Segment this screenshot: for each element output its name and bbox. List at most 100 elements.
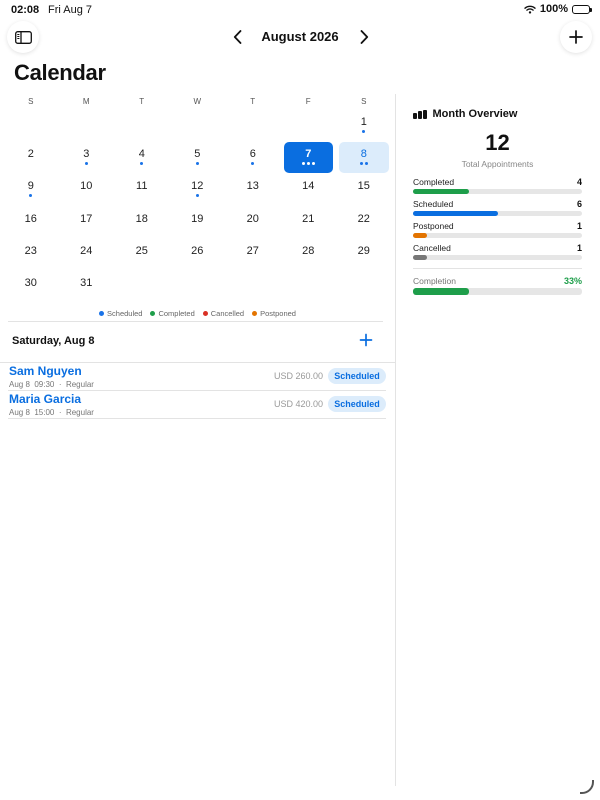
- day-cell[interactable]: 1: [336, 109, 392, 141]
- weekday-label: M: [82, 97, 90, 106]
- day-number: 16: [24, 212, 37, 225]
- completion-bar-fill: [413, 288, 469, 295]
- loading-indicator-icon: [580, 780, 594, 794]
- day-number: 18: [135, 212, 148, 225]
- empty-day-cell: [281, 109, 337, 141]
- battery-percent: 100%: [539, 3, 568, 15]
- day-cell[interactable]: 3: [59, 141, 115, 173]
- day-cell[interactable]: 10: [59, 174, 115, 206]
- appointment-dots: [301, 161, 315, 167]
- day-cell[interactable]: 4: [114, 141, 170, 173]
- appointment-row[interactable]: Maria Garcia Aug 8 15:00 · Regular USD 4…: [8, 392, 386, 419]
- appointment-dot: [301, 161, 305, 165]
- chart-bars-icon: [413, 109, 427, 119]
- day-cell[interactable]: 6: [225, 141, 281, 173]
- day-cell[interactable]: 5: [170, 141, 226, 173]
- day-cell[interactable]: 14: [281, 174, 337, 206]
- day-cell[interactable]: 17: [59, 206, 115, 238]
- day-number: 4: [138, 147, 145, 160]
- day-cell[interactable]: 26: [170, 238, 226, 270]
- day-cell[interactable]: 29: [336, 238, 392, 270]
- legend-item: Scheduled: [99, 309, 142, 318]
- overview-header: Month Overview: [413, 108, 517, 120]
- status-date: Fri Aug 7: [48, 4, 93, 16]
- stat-completed: Completed 4: [413, 177, 582, 195]
- previous-month-button[interactable]: [227, 27, 247, 47]
- day-cell[interactable]: 12: [170, 174, 226, 206]
- legend-item: Postponed: [252, 309, 296, 318]
- legend-dot: [202, 311, 208, 316]
- appointment-dot: [84, 161, 88, 165]
- day-cell[interactable]: 27: [225, 238, 281, 270]
- appointment-dot: [195, 194, 199, 198]
- day-number: 27: [246, 244, 259, 257]
- month-calendar: SMTWTFS 1 2 3 4 5 6 7 8 9 10 11 12 13 14 15 16 17 18 19 20 2…: [3, 95, 391, 303]
- add-appointment-button[interactable]: [560, 21, 592, 53]
- add-day-appointment-button[interactable]: [359, 333, 373, 347]
- empty-day-cell: [114, 109, 170, 141]
- stat-bar-fill: [413, 189, 470, 194]
- day-number: 12: [191, 180, 204, 193]
- day-cell[interactable]: 31: [59, 270, 115, 302]
- day-number: 19: [191, 212, 204, 225]
- day-cell[interactable]: 15: [336, 174, 392, 206]
- appointment-dot: [359, 161, 363, 165]
- sidebar-toggle-button[interactable]: [7, 21, 39, 53]
- day-cell[interactable]: 24: [59, 238, 115, 270]
- status-legend: Scheduled Completed Cancelled Postponed: [0, 309, 395, 318]
- day-cell[interactable]: 21: [281, 206, 337, 238]
- day-cell[interactable]: 13: [225, 174, 281, 206]
- weekday-label: S: [28, 97, 34, 106]
- day-cell[interactable]: 2: [3, 141, 59, 173]
- day-cell[interactable]: 23: [3, 238, 59, 270]
- day-number: 15: [357, 180, 370, 193]
- empty-day-cell: [225, 109, 281, 141]
- plus-icon: [359, 333, 373, 347]
- day-cell[interactable]: 11: [114, 174, 170, 206]
- weekday-header: SMTWTFS: [3, 95, 391, 109]
- day-cell[interactable]: 20: [225, 206, 281, 238]
- day-number: 31: [80, 277, 93, 290]
- appointment-dots: [195, 194, 199, 199]
- empty-day-cell: [3, 109, 59, 141]
- client-name: Sam Nguyen: [9, 364, 82, 378]
- day-cell[interactable]: 22: [336, 206, 392, 238]
- panel-divider: [395, 94, 396, 786]
- day-cell[interactable]: 7: [281, 141, 337, 173]
- day-cell[interactable]: 16: [3, 206, 59, 238]
- appointment-dot: [29, 194, 33, 198]
- day-cell[interactable]: 30: [3, 270, 59, 302]
- day-number: 9: [27, 180, 34, 193]
- appointment-row[interactable]: Sam Nguyen Aug 8 09:30 · Regular USD 260…: [8, 364, 386, 391]
- appointment-dot: [195, 161, 199, 165]
- day-number: 25: [135, 244, 148, 257]
- legend-dot: [252, 311, 258, 316]
- chevron-left-icon: [233, 30, 241, 44]
- next-month-button[interactable]: [354, 27, 374, 47]
- weekday-label: S: [361, 97, 367, 106]
- legend-label: Cancelled: [210, 309, 245, 318]
- legend-item: Completed: [150, 309, 195, 318]
- plus-icon: [569, 30, 583, 44]
- stat-cancelled: Cancelled 1: [413, 243, 582, 261]
- divider: [0, 362, 395, 363]
- day-cell[interactable]: 9: [3, 174, 59, 206]
- appointment-meta: Aug 8 15:00 · Regular: [9, 408, 94, 417]
- day-cell[interactable]: 28: [281, 238, 337, 270]
- weekday-label: T: [250, 97, 256, 106]
- legend-item: Cancelled: [202, 309, 245, 318]
- day-cell[interactable]: 19: [170, 206, 226, 238]
- chevron-right-icon: [360, 30, 368, 44]
- status-badge: Scheduled: [328, 368, 386, 384]
- legend-label: Postponed: [260, 309, 296, 318]
- stat-bar-fill: [413, 211, 498, 216]
- total-appointments-label: Total Appointments: [461, 159, 534, 169]
- day-cell[interactable]: 8: [336, 141, 392, 173]
- total-appointments-count: 12: [485, 130, 510, 155]
- day-number: 3: [83, 147, 90, 160]
- day-cell[interactable]: 18: [114, 206, 170, 238]
- day-cell[interactable]: 25: [114, 238, 170, 270]
- appointment-price: USD 260.00: [273, 371, 323, 381]
- overview-title: Month Overview: [432, 108, 518, 120]
- stat-bar-fill: [413, 255, 428, 260]
